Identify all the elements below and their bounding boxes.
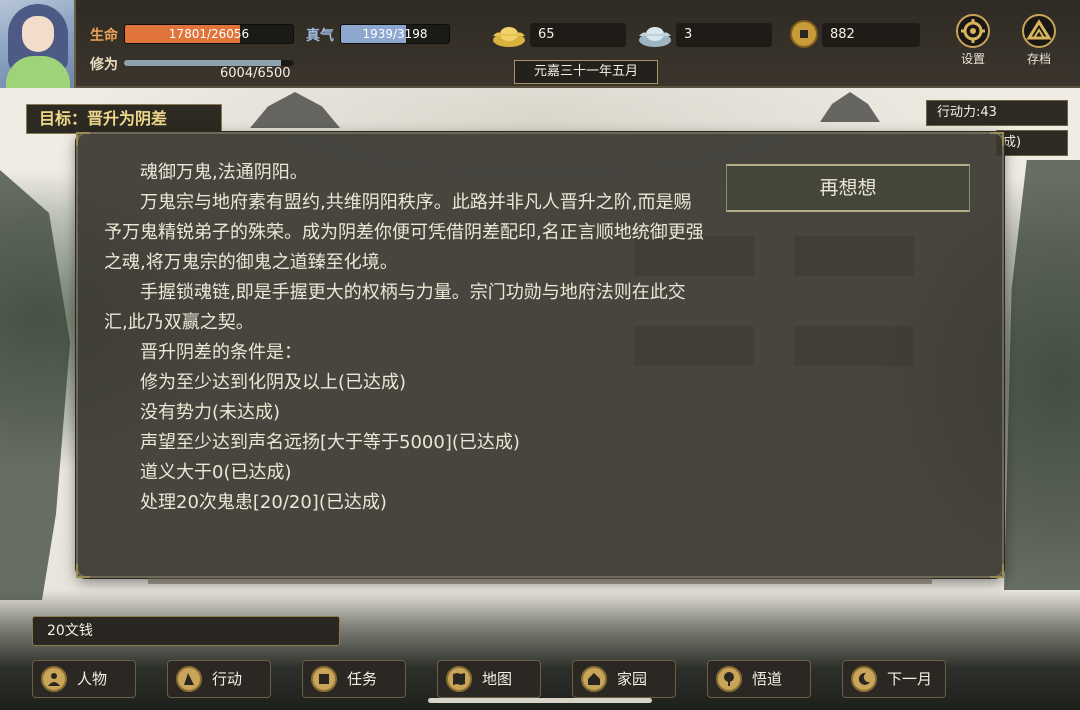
nav-action-label: 行动 [212, 670, 243, 688]
nav-map-button[interactable]: 地图 [437, 660, 541, 698]
message-log[interactable]: 20文钱 [32, 616, 340, 646]
nav-action-button[interactable]: 行动 [167, 660, 271, 698]
settings-button[interactable] [956, 14, 990, 48]
dialog-corner [76, 564, 90, 578]
coin-counter: 882 [822, 23, 920, 47]
nav-character-button[interactable]: 人物 [32, 660, 136, 698]
condition-item: 道义大于0(已达成) [140, 462, 292, 483]
condition-item: 没有势力(未达成) [140, 402, 281, 423]
dialog-paragraph: 魂御万鬼,法通阴阳。 [140, 162, 308, 183]
cultivation-text: 6004/6500 [220, 66, 291, 81]
person-icon [41, 666, 67, 692]
gold-counter: 65 [530, 23, 626, 47]
nav-home-button[interactable]: 家园 [572, 660, 676, 698]
copper-coin-icon [790, 20, 818, 52]
dialog-shadow-bar [148, 578, 932, 584]
condition-item: 修为至少达到化阴及以上(已达成) [140, 372, 407, 393]
gear-icon [961, 19, 985, 43]
settings-label: 设置 [960, 52, 985, 66]
player-avatar[interactable] [0, 0, 76, 88]
condition-item: 处理20次鬼患[20/20](已达成) [140, 492, 387, 513]
dialog-corner [990, 564, 1004, 578]
nav-task-label: 任务 [347, 670, 378, 688]
action-icon [176, 666, 202, 692]
save-button[interactable] [1022, 14, 1056, 48]
condition-item: 声望至少达到声名远扬[大于等于5000](已达成) [140, 432, 520, 453]
game-date: 元嘉三十一年五月 [514, 60, 658, 84]
nav-enlighten-label: 悟道 [752, 670, 783, 688]
nav-task-button[interactable]: 任务 [302, 660, 406, 698]
home-indicator[interactable] [428, 698, 652, 703]
silver-ingot-icon [638, 22, 672, 52]
nav-next-month-button[interactable]: 下一月 [842, 660, 946, 698]
dialog-corner [990, 132, 1004, 146]
nav-next-month-label: 下一月 [887, 670, 933, 688]
dialog-paragraph: 晋升阴差的条件是： [140, 342, 302, 363]
silver-value: 3 [684, 27, 693, 42]
nav-map-label: 地图 [482, 670, 513, 688]
nav-home-label: 家园 [617, 670, 648, 688]
dialog-text: 魂御万鬼,法通阴阳。 万鬼宗与地府素有盟约,共维阴阳秩序。此路并非凡人晋升之阶,… [104, 158, 704, 518]
status-bar: 生命 17801/26056 真气 1939/3198 修为 6004/6500… [0, 0, 1080, 88]
rethink-button[interactable]: 再想想 [726, 164, 970, 212]
action-points-extra: 成) [996, 130, 1068, 156]
qi-bar: 1939/3198 [340, 24, 450, 44]
silver-counter: 3 [676, 23, 772, 47]
nav-enlighten-button[interactable]: 悟道 [707, 660, 811, 698]
dialog-corner [76, 132, 90, 146]
hp-label: 生命 [90, 28, 118, 44]
coin-value: 882 [830, 27, 855, 42]
save-icon [1026, 19, 1052, 40]
gold-ingot-icon [492, 22, 526, 52]
house-icon [581, 666, 607, 692]
cultivation-label: 修为 [90, 57, 118, 73]
hp-text: 17801/26056 [168, 27, 250, 41]
scroll-icon [311, 666, 337, 692]
hp-bar: 17801/26056 [124, 24, 294, 44]
gold-value: 65 [538, 27, 555, 42]
nav-character-label: 人物 [77, 670, 108, 688]
current-goal[interactable]: 目标：晋升为阴差 [26, 104, 222, 134]
action-points: 行动力:43 [926, 100, 1068, 126]
save-label: 存档 [1026, 52, 1051, 66]
dialog-paragraph: 手握锁魂链,即是手握更大的权柄与力量。宗门功勋与地府法则在此交汇,此乃双赢之契。 [104, 282, 686, 333]
promotion-dialog: 魂御万鬼,法通阴阳。 万鬼宗与地府素有盟约,共维阴阳秩序。此路并非凡人晋升之阶,… [76, 132, 1004, 578]
moon-icon [851, 666, 877, 692]
dialog-paragraph: 万鬼宗与地府素有盟约,共维阴阳秩序。此路并非凡人晋升之阶,而是赐予万鬼精锐弟子的… [104, 192, 704, 273]
tree-icon [716, 666, 742, 692]
qi-text: 1939/3198 [362, 27, 428, 41]
qi-label: 真气 [306, 28, 334, 44]
map-icon [446, 666, 472, 692]
